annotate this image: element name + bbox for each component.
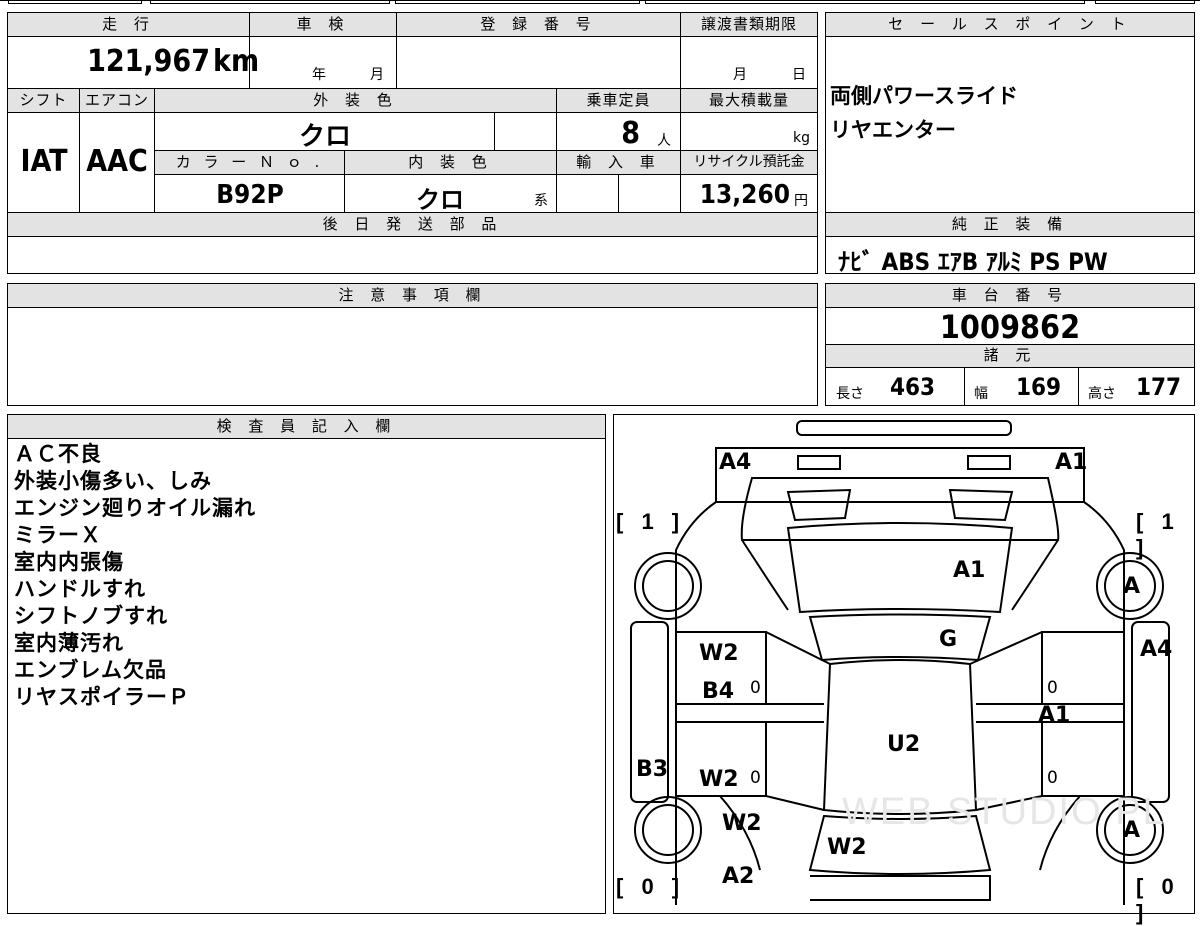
note-line: 室内内張傷 [14,550,124,574]
note-line: 室内薄汚れ [14,631,124,655]
mark-left-rear-door: W2 [699,767,739,792]
recycle-fee-unit: 円 [794,193,808,209]
mark-rear-gate: W2 [827,835,867,860]
mileage-header: 走 行 [7,12,250,37]
top-cutoff-cell-2 [150,0,390,4]
tire-rear-left: [ 0 ] [616,874,686,899]
small-zero: 0 [1047,768,1058,788]
import-header: 輸 入 車 [556,150,681,175]
inspection-header: 車 検 [249,12,397,37]
registration-header: 登 録 番 号 [396,12,681,37]
mark-left-rear-quarter: W2 [722,811,762,836]
spec-width-value: 169 [1016,373,1062,401]
specs-header: 諸 元 [825,344,1195,368]
caution-header: 注 意 事 項 欄 [7,283,818,308]
exterior-color-value: クロ [298,122,351,152]
mileage-value: 121,967 [87,44,210,79]
mark-hood: A1 [953,558,986,583]
chassis-header: 車 台 番 号 [825,283,1195,308]
interior-color-value: クロ [416,186,464,214]
note-line: エンブレム欠品 [14,658,167,682]
small-zero: 0 [750,678,761,698]
mark-left-front-door: W2 [699,641,739,666]
mileage-unit: km [213,44,260,79]
small-zero: 0 [750,768,761,788]
note-line: ハンドルすれ [14,577,146,601]
mark-left-front-door-2: B4 [702,679,735,704]
color-no-header: カ ラ ー Ｎ ｏ . [154,150,345,175]
tire-front-right: [ 1 ] [1136,509,1180,560]
chassis-number: 1009862 [939,308,1081,346]
aircon-value: AAC [86,144,148,179]
max-load-header: 最大積載量 [680,88,818,113]
inspection-month-label: 月 [370,67,384,83]
sales-point-line-2: リヤエンター [830,118,956,142]
mark-roof: U2 [887,732,921,757]
spec-length-value: 463 [890,373,936,401]
capacity-unit: 人 [657,133,671,149]
max-load-unit: kg [793,130,810,146]
shift-value: IAT [20,144,68,179]
mark-left-rocker: B3 [636,757,669,782]
recycle-fee-header: リサイクル預託金 [680,150,818,175]
aircon-header: エアコン [79,88,155,113]
inspector-notes-list: ＡＣ不良 外装小傷多い、しみ エンジン廻りオイル漏れ ミラーＸ 室内内張傷 ハン… [14,441,256,711]
note-line: 外装小傷多い、しみ [14,469,212,493]
capacity-value: 8 [621,116,640,151]
interior-color-suffix: 系 [534,193,548,209]
mark-right-rear-wheel: A [1123,818,1141,843]
genuine-equipment-header: 純 正 装 備 [825,212,1195,237]
recycle-fee-value: 13,260 [699,180,790,210]
exterior-color-header: 外 装 色 [154,88,557,113]
note-line: ＡＣ不良 [14,442,102,466]
mark-right-side-mid: A1 [1038,703,1071,728]
spec-height-value: 177 [1136,373,1182,401]
transfer-month-label: 月 [733,67,747,83]
sales-point-line-1: 両側パワースライド [830,84,1018,108]
transfer-deadline-header: 譲渡書類期限 [680,12,818,37]
note-line: エンジン廻りオイル漏れ [14,496,256,520]
tire-rear-right: [ 0 ] [1136,874,1180,925]
note-line: シフトノブすれ [14,604,168,628]
note-line: リヤスポイラーＰ [14,685,190,709]
tire-front-left: [ 1 ] [616,509,686,534]
sales-point-header: セ ー ル ス ポ イ ン ト [825,12,1195,37]
capacity-header: 乗車定員 [556,88,681,113]
mark-front-right-corner: A1 [1055,450,1088,475]
mark-right-side-front: A4 [1140,637,1173,662]
spec-width-label: 幅 [974,386,988,402]
mark-right-front-wheel: A [1123,574,1141,599]
top-cutoff-cell-3 [395,0,640,4]
color-no-value: B92P [216,180,284,210]
interior-color-header: 内 装 色 [344,150,557,175]
shift-header: シフト [7,88,80,113]
spec-length-label: 長さ [836,386,864,402]
mark-rear-bumper: A2 [722,864,755,889]
small-zero: 0 [1047,678,1058,698]
diagram-watermark: WEB STUDIO PL [842,791,1166,833]
later-parts-header: 後 日 発 送 部 品 [7,212,818,237]
top-cutoff-cell-4 [645,0,1085,4]
mark-front-left-corner: A4 [719,450,752,475]
inspector-notes-header: 検 査 員 記 入 欄 [7,414,606,439]
top-cutoff-cell-1 [8,0,142,4]
genuine-equipment-value: ﾅﾋﾞ ABS ｴｱB ｱﾙﾐ PS PW [838,248,1108,276]
inspection-year-label: 年 [312,67,326,83]
transfer-day-label: 日 [792,67,806,83]
spec-height-label: 高さ [1088,386,1116,402]
mark-windshield: G [939,627,958,652]
note-line: ミラーＸ [14,523,102,547]
top-cutoff-cell-5 [1095,0,1195,4]
